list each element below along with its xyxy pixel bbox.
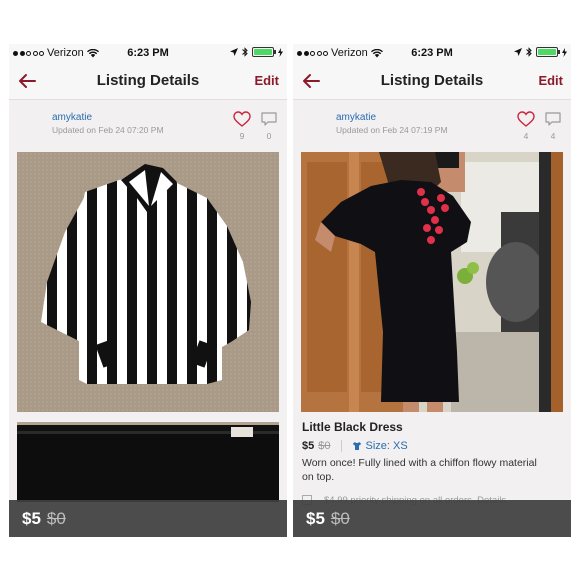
price-size-row: $5 $0 Size: XS [302,440,408,452]
heart-icon[interactable] [233,111,251,127]
listing-price: $5 [302,440,315,452]
bluetooth-icon [526,47,532,57]
phone-screen-left: Verizon 6:23 PM Listing Details Edit amy… [9,44,287,537]
charging-icon [278,47,283,57]
like-count: 4 [523,131,529,141]
listing-photo-black-dress[interactable] [301,152,563,412]
striped-shirt-image [41,164,251,384]
divider [340,440,342,452]
listing-photo-striped-shirt[interactable] [17,152,279,412]
comment-bubble-icon[interactable] [544,111,562,127]
charging-icon [562,47,567,57]
comment-count: 4 [550,131,556,141]
bluetooth-icon [242,47,248,57]
seller-username[interactable]: amykatie [336,112,376,123]
nav-bar: Listing Details Edit [9,62,287,100]
comment-bubble-icon[interactable] [260,111,278,127]
listing-title: Little Black Dress [302,420,403,434]
footer-original-price: $0 [46,508,66,528]
battery-icon [536,47,560,57]
seller-username[interactable]: amykatie [52,112,92,123]
price-footer: $5 $0 [293,500,571,537]
location-arrow-icon [514,48,522,56]
phone-screen-right: Verizon 6:23 PM Listing Details Edit amy… [293,44,571,537]
like-count: 9 [239,131,245,141]
page-title: Listing Details [96,72,200,89]
black-dress-image [301,152,563,412]
footer-price: $5 [22,508,41,528]
edit-button[interactable]: Edit [538,73,563,88]
page-title: Listing Details [380,72,484,89]
location-arrow-icon [230,48,238,56]
updated-timestamp: Updated on Feb 24 07:19 PM [336,125,448,135]
comment-count: 0 [266,131,272,141]
heart-icon[interactable] [517,111,535,127]
size-label[interactable]: Size: XS [366,440,408,452]
listing-description: Worn once! Fully lined with a chiffon fl… [302,457,537,483]
seller-row: amykatie Updated on Feb 24 07:19 PM 4 4 [293,100,571,150]
listing-photo-secondary[interactable] [17,422,279,502]
edit-button[interactable]: Edit [254,73,279,88]
price-footer: $5 $0 [9,500,287,537]
status-bar: Verizon 6:23 PM [9,44,287,62]
seller-row: amykatie Updated on Feb 24 07:20 PM 9 0 [9,100,287,150]
battery-icon [252,47,276,57]
listing-original-price: $0 [318,440,331,452]
updated-timestamp: Updated on Feb 24 07:20 PM [52,125,164,135]
footer-price: $5 [306,508,325,528]
footer-original-price: $0 [330,508,350,528]
dark-fabric-image [17,422,279,502]
status-bar: Verizon 6:23 PM [293,44,571,62]
nav-bar: Listing Details Edit [293,62,571,100]
shirt-size-icon [352,442,361,450]
